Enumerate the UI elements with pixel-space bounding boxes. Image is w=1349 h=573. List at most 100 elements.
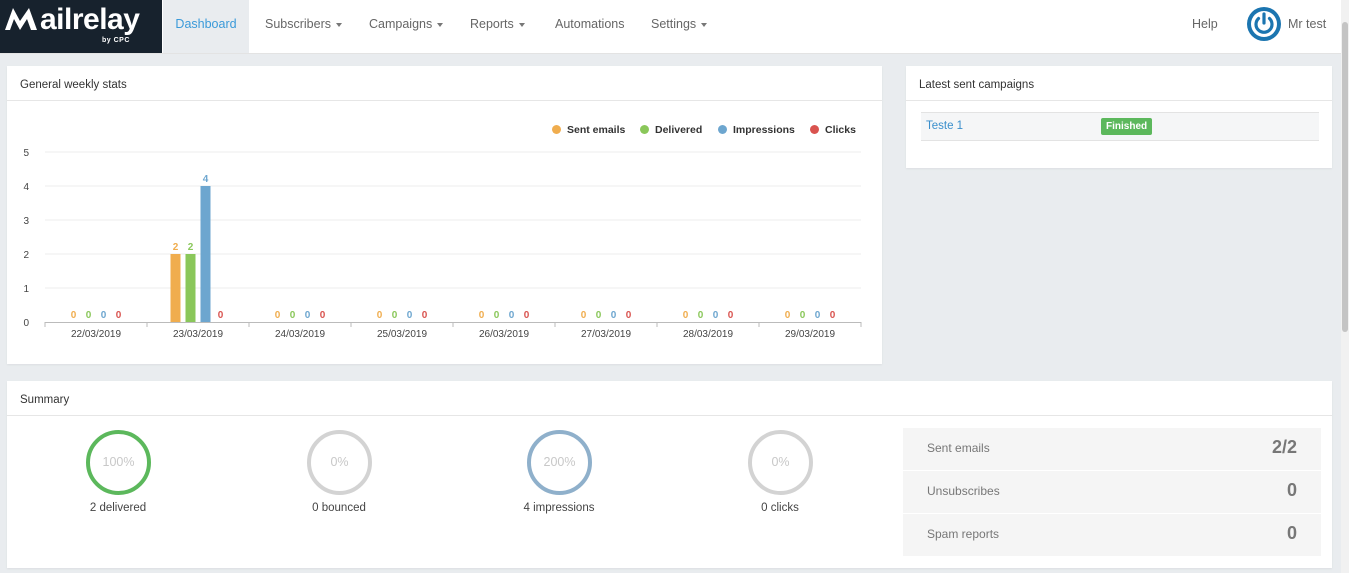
latest-campaigns-panel: Latest sent campaigns Teste 1 Finished [906, 66, 1332, 168]
nav-settings[interactable]: Settings [651, 0, 708, 53]
bar-data-label: 0 [218, 310, 224, 321]
y-tick-label: 2 [23, 250, 29, 261]
caret-down-icon [518, 22, 525, 27]
x-tick-label: 28/03/2019 [683, 329, 733, 340]
chart-bar [170, 254, 181, 322]
bar-data-label: 0 [728, 310, 734, 321]
bounced-ring: 0% [307, 430, 372, 495]
chart-bar [200, 186, 211, 322]
nav-campaigns[interactable]: Campaigns [369, 0, 444, 53]
user-name: Mr test [1288, 17, 1327, 31]
nav-help-label: Help [1192, 17, 1218, 31]
delivered-label: 2 delivered [89, 502, 147, 514]
campaign-name-link[interactable]: Teste 1 [926, 120, 963, 132]
bar-data-label: 0 [101, 310, 107, 321]
impressions-ring: 200% [527, 430, 592, 495]
bar-data-label: 4 [203, 174, 209, 185]
bar-data-label: 0 [698, 310, 704, 321]
bar-data-label: 0 [611, 310, 617, 321]
nav-dashboard-label: Dashboard [175, 17, 237, 31]
nav-help[interactable]: Help [1192, 0, 1218, 53]
bar-data-label: 0 [581, 310, 587, 321]
nav-automations-label: Automations [555, 17, 625, 31]
nav-campaigns-label: Campaigns [369, 17, 433, 31]
chart-bar [185, 254, 196, 322]
x-tick-label: 25/03/2019 [377, 329, 427, 340]
stat-sent-emails-label: Sent emails [927, 441, 990, 455]
y-tick-label: 1 [23, 284, 29, 295]
nav-reports[interactable]: Reports [470, 0, 525, 53]
x-tick-label: 22/03/2019 [71, 329, 121, 340]
bar-data-label: 0 [392, 310, 398, 321]
bar-data-label: 0 [71, 310, 77, 321]
weekly-bar-chart: 0123450 0 0 022/03/20192 24023/03/20190 0 0 024… [23, 148, 862, 340]
nav-dashboard[interactable]: Dashboard [163, 0, 249, 53]
bar-data-label: 0 [290, 310, 296, 321]
stat-sent-emails-value: 2/2 [1271, 437, 1297, 457]
stat-unsubscribes: Unsubscribes 0 [903, 471, 1321, 513]
summary-body: 100% 2 delivered 0% 0 bounced 200% 4 imp… [7, 416, 1332, 568]
bar-data-label: 0 [479, 310, 485, 321]
bar-data-label: 0 [509, 310, 515, 321]
clicks-ring: 0% [748, 430, 813, 495]
stat-sent-emails: Sent emails 2/2 [903, 428, 1321, 470]
bar-data-label: 0 [626, 310, 632, 321]
y-tick-label: 0 [23, 318, 29, 329]
nav-subscribers[interactable]: Subscribers [265, 0, 342, 53]
logo-m-icon [5, 8, 37, 30]
scrollbar-thumb[interactable] [1342, 22, 1348, 332]
caret-down-icon [437, 22, 444, 27]
stat-unsubscribes-value: 0 [1286, 480, 1297, 500]
impressions-pct: 200% [543, 455, 576, 469]
logo-byline: by CPC [102, 37, 130, 44]
bar-data-label: 0 [713, 310, 719, 321]
bar-data-label: 0 [275, 310, 281, 321]
bar-data-label: 0 [815, 310, 821, 321]
delivered-pct: 100% [102, 455, 135, 469]
user-menu[interactable]: Mr test [1288, 0, 1326, 53]
bar-data-label: 0 [422, 310, 428, 321]
stat-unsubscribes-label: Unsubscribes [927, 484, 1000, 498]
bar-data-label: 2 [173, 242, 179, 253]
stat-spam-reports: Spam reports 0 [903, 514, 1321, 556]
bar-data-label: 0 [683, 310, 689, 321]
impressions-label: 4 impressions [523, 502, 595, 514]
nav-settings-label: Settings [651, 17, 697, 31]
nav-reports-label: Reports [470, 17, 514, 31]
campaign-row[interactable]: Teste 1 Finished [921, 112, 1319, 141]
top-navbar: ailrelay by CPC Dashboard Subscribers Ca… [0, 0, 1349, 54]
bar-data-label: 0 [320, 310, 326, 321]
clicks-pct: 0% [771, 455, 790, 469]
x-tick-label: 24/03/2019 [275, 329, 325, 340]
mailrelay-logo[interactable]: ailrelay by CPC [0, 0, 162, 53]
summary-panel: Summary 100% 2 delivered 0% 0 bounced 20… [7, 381, 1332, 568]
y-tick-label: 5 [23, 148, 29, 159]
x-tick-label: 23/03/2019 [173, 329, 223, 340]
page-scrollbar[interactable] [1341, 0, 1349, 573]
y-tick-label: 4 [23, 182, 29, 193]
bar-data-label: 0 [377, 310, 383, 321]
bar-data-label: 0 [494, 310, 500, 321]
delivered-ring: 100% [86, 430, 151, 495]
bar-data-label: 0 [524, 310, 530, 321]
x-tick-label: 26/03/2019 [479, 329, 529, 340]
bounced-pct: 0% [330, 455, 349, 469]
logo-text: ailrelay [40, 3, 140, 36]
x-tick-label: 29/03/2019 [785, 329, 835, 340]
bar-data-label: 0 [86, 310, 92, 321]
power-avatar-icon[interactable] [1246, 6, 1282, 42]
stat-spam-reports-value: 0 [1286, 523, 1297, 543]
bar-data-label: 0 [596, 310, 602, 321]
nav-automations[interactable]: Automations [555, 0, 624, 53]
status-badge: Finished [1101, 118, 1153, 135]
summary-title: Summary [7, 381, 1332, 416]
caret-down-icon [701, 22, 708, 27]
caret-down-icon [336, 22, 342, 27]
bar-data-label: 0 [305, 310, 311, 321]
y-tick-label: 3 [23, 216, 29, 227]
nav-subscribers-label: Subscribers [265, 17, 331, 31]
clicks-label: 0 clicks [761, 502, 799, 514]
bar-data-label: 0 [800, 310, 806, 321]
bar-data-label: 0 [830, 310, 836, 321]
bar-data-label: 0 [407, 310, 413, 321]
